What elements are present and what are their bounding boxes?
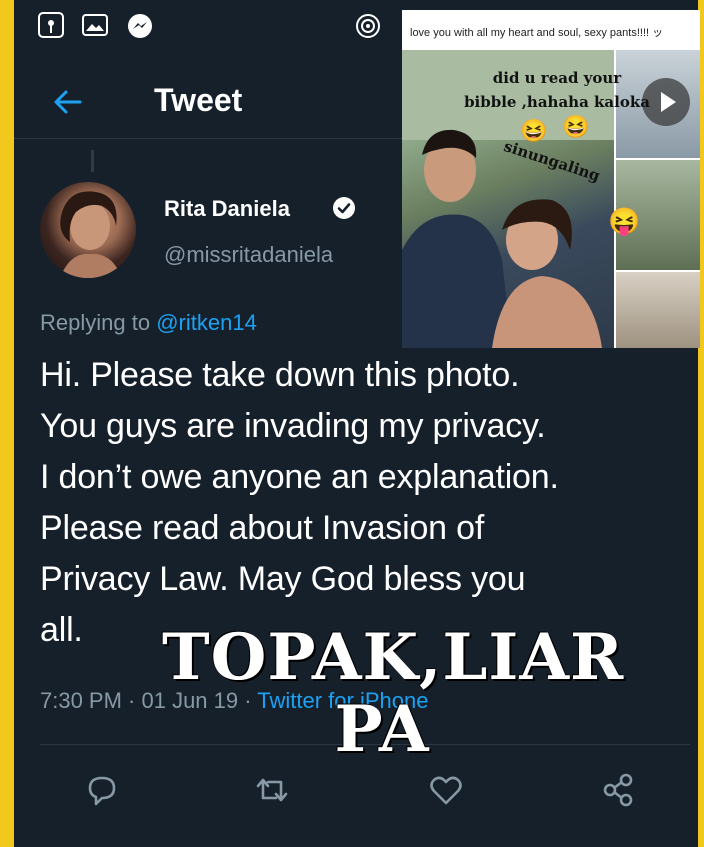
collage-photo-street <box>616 272 700 348</box>
tweet-text-line: You guys are invading my privacy. <box>40 407 546 445</box>
inset-caption-line: bibble ,hahaha kaloka <box>464 93 650 111</box>
meme-caption-line: PA <box>334 692 430 767</box>
laughing-emoji: 😆 <box>520 118 548 143</box>
verified-badge-icon <box>333 197 355 219</box>
retweet-icon[interactable] <box>252 770 292 810</box>
reply-icon[interactable] <box>82 770 122 810</box>
tweet-text-line: Please read about Invasion of <box>40 509 485 547</box>
user-handle[interactable]: @missritadaniela <box>164 242 333 268</box>
tweet-body: Hi. Please take down this photo. You guy… <box>40 350 690 656</box>
replying-to: Replying to @ritken14 <box>40 310 257 336</box>
tweet-text-line: Hi. Please take down this photo. <box>40 356 520 394</box>
share-icon[interactable] <box>598 770 638 810</box>
inset-top-text: love you with all my heart and soul, sex… <box>410 27 664 39</box>
back-arrow-icon[interactable] <box>52 86 84 118</box>
page-title: Tweet <box>154 82 243 118</box>
inset-caption: did u read your bibble ,hahaha kaloka <box>442 66 672 114</box>
laughing-emoji: 😆 <box>562 114 590 139</box>
replying-prefix: Replying to <box>40 310 151 335</box>
tweet-text-line: I don’t owe anyone an explanation. <box>40 458 559 496</box>
thread-connector <box>91 150 94 172</box>
like-heart-icon[interactable] <box>426 770 466 810</box>
meme-caption-line: TOPAK,LIAR <box>162 620 625 695</box>
messenger-icon <box>128 14 152 38</box>
wifi-hotspot-icon <box>356 14 380 38</box>
inset-caption-line: did u read your <box>492 69 622 87</box>
gallery-icon <box>82 14 108 36</box>
tongue-out-emoji: 😝 <box>608 206 641 236</box>
hotspot-icon <box>38 12 64 38</box>
avatar-portrait-icon <box>60 191 122 278</box>
display-name[interactable]: Rita Daniela <box>164 196 290 222</box>
avatar[interactable] <box>40 182 136 278</box>
tweet-text-line: Privacy Law. May God bless you <box>40 560 526 598</box>
inset-screenshot: love you with all my heart and soul, sex… <box>402 10 700 348</box>
reply-mention-link[interactable]: @ritken14 <box>156 310 257 335</box>
meme-overlay-caption: TOPAK,LIAR PA <box>162 620 625 767</box>
